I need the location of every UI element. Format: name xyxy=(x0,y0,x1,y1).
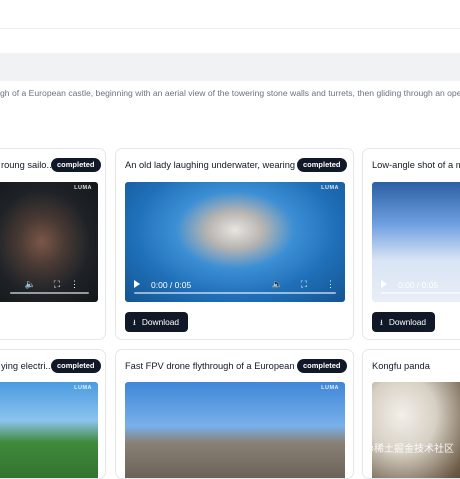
card-title: ying electri... xyxy=(1,361,51,371)
download-icon: ⭳ xyxy=(380,313,383,333)
video-player[interactable] xyxy=(372,382,460,479)
status-badge: completed xyxy=(51,158,101,172)
video-time: 0:00 / 0:05 xyxy=(398,280,438,290)
more-icon[interactable]: ⋮ xyxy=(326,279,335,290)
download-icon: ⭳ xyxy=(133,313,136,333)
card-title: Low-angle shot of a m xyxy=(372,160,460,170)
video-player[interactable]: LUMA 🔈 ⛶ ⋮ xyxy=(0,182,98,302)
luma-watermark: LUMA xyxy=(74,385,92,391)
luma-watermark: LUMA xyxy=(321,385,339,391)
status-badge: completed xyxy=(51,359,101,373)
prompt-input-bar[interactable] xyxy=(0,53,460,81)
play-icon[interactable] xyxy=(381,280,387,288)
video-card-3: Low-angle shot of a m 0:00 / 0:05 ⭳ Downl… xyxy=(362,148,460,340)
download-button[interactable]: ⭳ Download xyxy=(372,312,435,332)
more-icon[interactable]: ⋮ xyxy=(70,279,79,290)
prompt-text: gh of a European castle, beginning with … xyxy=(0,88,460,98)
video-card-1: roung sailo... completed LUMA 🔈 ⛶ ⋮ xyxy=(0,148,106,340)
video-controls: 0:00 / 0:05 xyxy=(372,268,460,302)
video-time: 0:00 / 0:05 xyxy=(151,280,191,290)
card-title: Kongfu panda xyxy=(372,361,460,371)
fullscreen-icon[interactable]: ⛶ xyxy=(301,279,307,290)
video-player[interactable]: 0:00 / 0:05 xyxy=(372,182,460,302)
play-icon[interactable] xyxy=(134,280,140,288)
status-badge: completed xyxy=(297,359,347,373)
download-label: Download xyxy=(142,317,179,327)
video-card-2: An old lady laughing underwater, wearing… xyxy=(115,148,354,340)
download-label: Download xyxy=(389,317,426,327)
luma-watermark: LUMA xyxy=(321,185,339,191)
card-title: An old lady laughing underwater, wearing… xyxy=(125,160,300,170)
card-title: Fast FPV drone flythrough of a European … xyxy=(125,361,295,371)
video-player[interactable]: LUMA 0:00 / 0:05 🔈 ⛶ ⋮ xyxy=(125,182,345,302)
video-player[interactable]: LUMA xyxy=(0,382,98,479)
header-divider xyxy=(0,28,460,29)
video-controls: 🔈 ⛶ ⋮ xyxy=(0,268,98,302)
site-watermark: @稀土掘金技术社区 xyxy=(364,440,454,455)
video-progress[interactable] xyxy=(10,292,89,294)
video-player[interactable]: LUMA xyxy=(125,382,345,479)
luma-watermark: LUMA xyxy=(74,185,92,191)
download-button[interactable]: ⭳ Download xyxy=(125,312,188,332)
video-progress[interactable] xyxy=(381,292,460,294)
video-progress[interactable] xyxy=(134,292,336,294)
volume-icon[interactable]: 🔈 xyxy=(272,279,283,290)
video-controls: 0:00 / 0:05 🔈 ⛶ ⋮ xyxy=(125,268,345,302)
fullscreen-icon[interactable]: ⛶ xyxy=(54,279,60,290)
status-badge: completed xyxy=(297,158,347,172)
volume-icon[interactable]: 🔈 xyxy=(25,279,36,290)
